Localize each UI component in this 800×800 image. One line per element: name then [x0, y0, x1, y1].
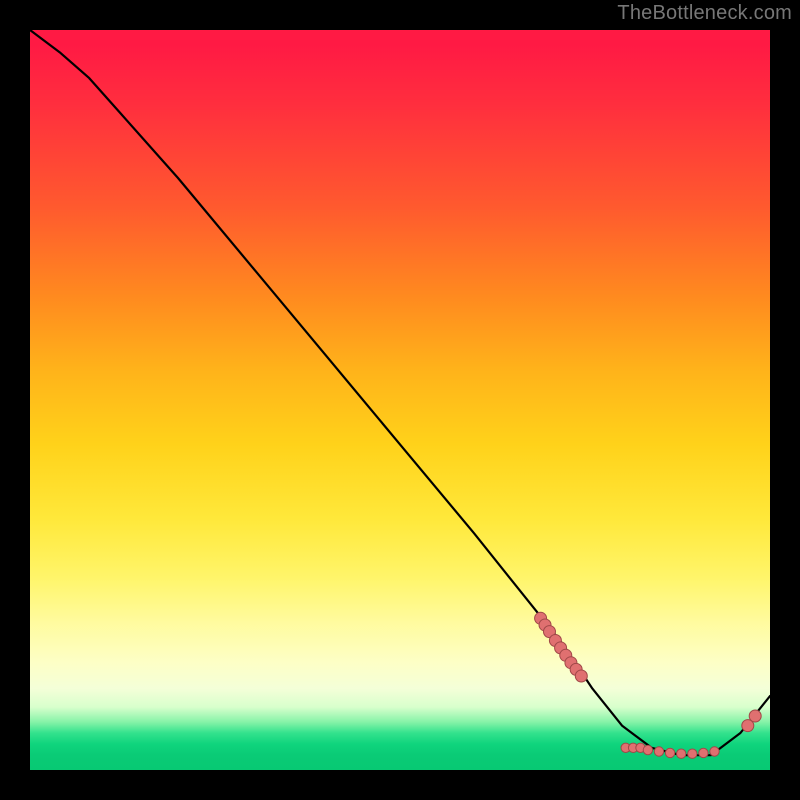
- chart-stage: TheBottleneck.com: [0, 0, 800, 800]
- watermark-label: TheBottleneck.com: [617, 2, 792, 25]
- data-point: [710, 747, 719, 756]
- scatter-dots: [535, 612, 762, 758]
- data-point: [643, 745, 652, 754]
- data-point: [677, 749, 686, 758]
- chart-overlay: [30, 30, 770, 770]
- data-point: [665, 748, 674, 757]
- data-point: [749, 710, 761, 722]
- data-point: [575, 670, 587, 682]
- data-point: [654, 747, 663, 756]
- data-point: [688, 749, 697, 758]
- plot-area: [30, 30, 770, 770]
- bottleneck-curve: [30, 30, 770, 755]
- data-point: [699, 748, 708, 757]
